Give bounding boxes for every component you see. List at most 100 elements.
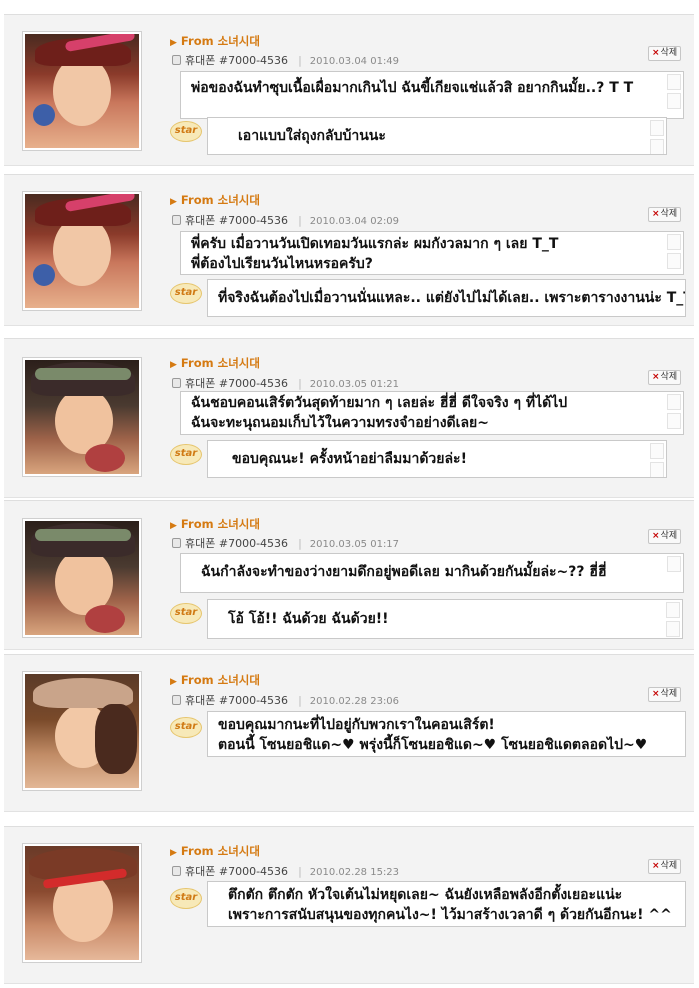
scrollbar[interactable] — [667, 394, 681, 432]
post-card: ▶ From 소녀시대 휴대폰 #7000-4536 | 2010.03.04 01:… — [4, 14, 694, 166]
scrollbar[interactable] — [650, 120, 664, 154]
star-reply-bubble: ที่จริงฉันต้องไปเมื่อวานนั่นแหละ.. แต่ยั… — [207, 279, 686, 317]
fan-message-bubble: พี่ครับ เมื่อวานวันเปิดเทอมวันแรกล่ะ ผมก… — [180, 231, 684, 275]
phone-label: 휴대폰 — [185, 537, 216, 550]
fan-message-line: ฉันกำลังจะทำของว่างยามดึกอยู่พอดีเลย มาก… — [201, 564, 607, 580]
phone-icon — [172, 55, 181, 65]
close-icon: × — [652, 689, 660, 699]
fan-message-bubble: พ่อของฉันทำซุบเนื้อเผื่อมากเกินไป ฉันขี้… — [180, 71, 684, 119]
phone-icon — [172, 378, 181, 388]
post-meta: 휴대폰 #7000-4536 | 2010.03.05 01:17 — [172, 535, 399, 551]
author-name: 소녀시대 — [217, 34, 260, 48]
scrollbar[interactable] — [667, 74, 681, 116]
timestamp: 2010.03.04 01:49 — [309, 56, 400, 67]
phone-label: 휴대폰 — [185, 54, 216, 67]
star-reply-line: ตอนนี้ โซนยอชิแด~♥ พรุ่งนี้ก็โซนยอชิแด~♥… — [218, 737, 648, 753]
post-card: ▶ From 소녀시대 휴대폰 #7000-4536 | 2010.03.05 01:… — [4, 500, 694, 650]
fan-message-line: พี่ครับ เมื่อวานวันเปิดเทอมวันแรกล่ะ ผมก… — [191, 236, 559, 252]
from-label: ▶ From 소녀시대 — [170, 34, 260, 48]
phone-icon — [172, 538, 181, 548]
from-label: ▶ From 소녀시대 — [170, 356, 260, 370]
author-name: 소녀시대 — [217, 517, 260, 531]
delete-button[interactable]: ×삭제 — [648, 687, 682, 702]
phone-number: #7000-4536 — [218, 537, 289, 550]
phone-label: 휴대폰 — [185, 865, 216, 878]
post-card: ▶ From 소녀시대 휴대폰 #7000-4536 | 2010.02.28 23:… — [4, 654, 694, 812]
timestamp: 2010.03.05 01:21 — [309, 379, 400, 390]
scrollbar[interactable] — [666, 602, 680, 637]
star-badge: star — [170, 603, 202, 624]
star-badge: star — [170, 121, 202, 142]
star-badge: star — [170, 717, 202, 738]
author-name: 소녀시대 — [217, 673, 260, 687]
timestamp: 2010.03.05 01:17 — [309, 539, 400, 550]
post-meta: 휴대폰 #7000-4536 | 2010.02.28 15:23 — [172, 863, 399, 879]
post-meta: 휴대폰 #7000-4536 | 2010.03.05 01:21 — [172, 375, 399, 391]
star-reply-line: ที่จริงฉันต้องไปเมื่อวานนั่นแหละ.. แต่ยั… — [218, 290, 686, 306]
scrollbar[interactable] — [667, 556, 681, 590]
star-reply-line: เพราะการสนับสนุนของทุกคนไง~! ไว้มาสร้างเ… — [228, 907, 672, 923]
phone-label: 휴대폰 — [185, 214, 216, 227]
star-reply-line: โอ้ โอ้!! ฉันด้วย ฉันด้วย!! — [228, 611, 389, 627]
avatar — [22, 31, 142, 151]
author-name: 소녀시대 — [217, 844, 260, 858]
phone-icon — [172, 695, 181, 705]
phone-icon — [172, 866, 181, 876]
star-badge: star — [170, 444, 202, 465]
fan-message-line: ฉันจะทะนุถนอมเก็บไว้ในความทรงจำอย่างดีเล… — [191, 415, 489, 431]
star-reply-bubble: ขอบคุณมากนะที่ไปอยู่กับพวกเราในคอนเสิร์ต… — [207, 711, 686, 757]
delete-button[interactable]: ×삭제 — [648, 370, 682, 385]
timestamp: 2010.03.04 02:09 — [309, 216, 400, 227]
avatar — [22, 518, 142, 638]
avatar — [22, 843, 142, 963]
timestamp: 2010.02.28 23:06 — [309, 696, 400, 707]
post-card: ▶ From 소녀시대 휴대폰 #7000-4536 | 2010.02.28 15:… — [4, 826, 694, 984]
author-name: 소녀시대 — [217, 356, 260, 370]
delete-button[interactable]: ×삭제 — [648, 207, 682, 222]
phone-number: #7000-4536 — [218, 865, 289, 878]
phone-label: 휴대폰 — [185, 694, 216, 707]
phone-number: #7000-4536 — [218, 694, 289, 707]
post-card: ▶ From 소녀시대 휴대폰 #7000-4536 | 2010.03.04 02:… — [4, 174, 694, 326]
star-reply-line: ตึกตัก ตึกตัก หัวใจเต้นไม่หยุดเลย~ ฉันยั… — [228, 887, 623, 903]
avatar — [22, 357, 142, 477]
delete-button[interactable]: ×삭제 — [648, 529, 682, 544]
from-label: ▶ From 소녀시대 — [170, 517, 260, 531]
post-meta: 휴대폰 #7000-4536 | 2010.03.04 01:49 — [172, 52, 399, 68]
star-reply-line: เอาแบบใส่ถุงกลับบ้านนะ — [238, 128, 386, 144]
close-icon: × — [652, 531, 660, 541]
star-badge: star — [170, 283, 202, 304]
star-badge: star — [170, 888, 202, 909]
author-name: 소녀시대 — [217, 193, 260, 207]
fan-message-line: พี่ต้องไปเรียนวันไหนหรอครับ? — [191, 256, 373, 272]
phone-number: #7000-4536 — [218, 377, 289, 390]
close-icon: × — [652, 861, 660, 871]
phone-number: #7000-4536 — [218, 214, 289, 227]
delete-button[interactable]: ×삭제 — [648, 859, 682, 874]
delete-button[interactable]: ×삭제 — [648, 46, 682, 61]
scrollbar[interactable] — [650, 443, 664, 477]
star-reply-bubble: ตึกตัก ตึกตัก หัวใจเต้นไม่หยุดเลย~ ฉันยั… — [207, 881, 686, 927]
close-icon: × — [652, 48, 660, 58]
close-icon: × — [652, 372, 660, 382]
avatar — [22, 671, 142, 791]
fan-message-line: พ่อของฉันทำซุบเนื้อเผื่อมากเกินไป ฉันขี้… — [191, 80, 634, 96]
phone-icon — [172, 215, 181, 225]
avatar — [22, 191, 142, 311]
star-reply-bubble: โอ้ โอ้!! ฉันด้วย ฉันด้วย!! — [207, 599, 683, 639]
from-label: ▶ From 소녀시대 — [170, 193, 260, 207]
star-reply-line: ขอบคุณนะ! ครั้งหน้าอย่าลืมมาด้วยล่ะ! — [232, 451, 467, 467]
from-label: ▶ From 소녀시대 — [170, 673, 260, 687]
timestamp: 2010.02.28 15:23 — [309, 867, 400, 878]
star-reply-bubble: เอาแบบใส่ถุงกลับบ้านนะ — [207, 117, 667, 155]
fan-message-bubble: ฉันชอบคอนเสิร์ตวันสุดท้ายมาก ๆ เลยล่ะ ฮี… — [180, 391, 684, 435]
post-meta: 휴대폰 #7000-4536 | 2010.02.28 23:06 — [172, 692, 399, 708]
star-reply-line: ขอบคุณมากนะที่ไปอยู่กับพวกเราในคอนเสิร์ต… — [218, 717, 495, 733]
close-icon: × — [652, 209, 660, 219]
fan-message-line: ฉันชอบคอนเสิร์ตวันสุดท้ายมาก ๆ เลยล่ะ ฮี… — [191, 395, 568, 411]
fan-message-bubble: ฉันกำลังจะทำของว่างยามดึกอยู่พอดีเลย มาก… — [180, 553, 684, 593]
star-reply-bubble: ขอบคุณนะ! ครั้งหน้าอย่าลืมมาด้วยล่ะ! — [207, 440, 667, 478]
from-label: ▶ From 소녀시대 — [170, 844, 260, 858]
phone-number: #7000-4536 — [218, 54, 289, 67]
scrollbar[interactable] — [667, 234, 681, 272]
